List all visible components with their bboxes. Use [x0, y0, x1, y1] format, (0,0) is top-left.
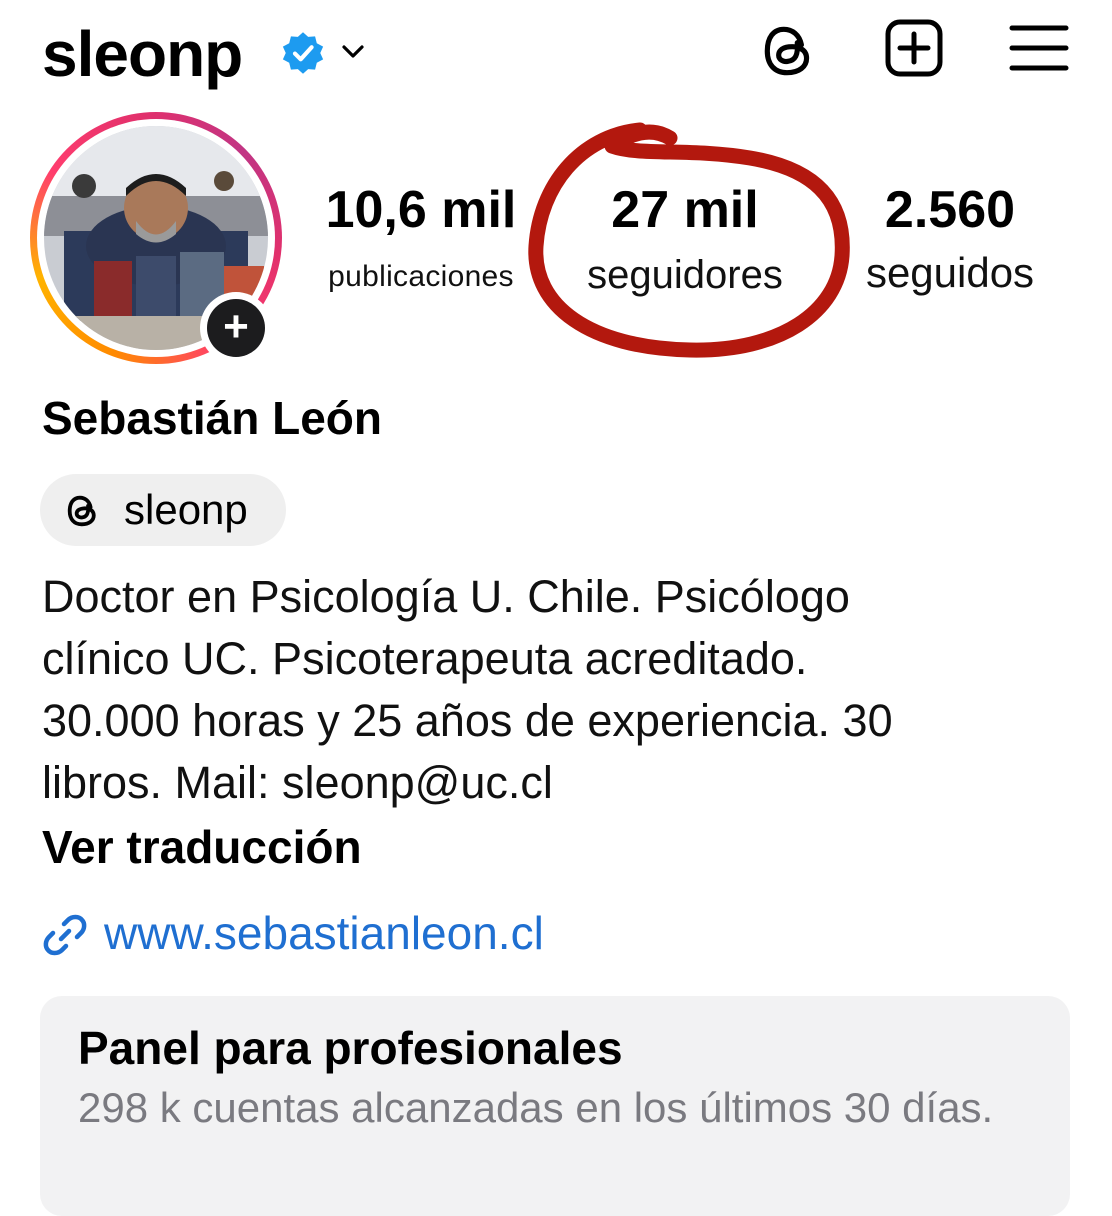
posts-label[interactable]: publicaciones — [296, 256, 546, 298]
verified-badge-icon — [282, 32, 324, 74]
profile-full-name: Sebastián León — [42, 392, 382, 444]
profile-bio: Doctor en Psicología U. Chile. Psicólogo… — [42, 566, 1082, 814]
threads-handle[interactable]: sleonp — [124, 484, 248, 536]
chevron-down-icon[interactable] — [338, 36, 368, 66]
profile-username[interactable]: sleonp — [42, 14, 243, 94]
see-translation-link[interactable]: Ver traducción — [42, 818, 362, 876]
panel-title: Panel para profesionales — [78, 1022, 623, 1074]
bio-line: 30.000 horas y 25 años de experiencia. 3… — [42, 695, 893, 746]
website-link[interactable]: www.sebastianleon.cl — [104, 904, 544, 962]
bio-line: Doctor en Psicología U. Chile. Psicólogo — [42, 571, 850, 622]
panel-subtitle: 298 k cuentas alcanzadas en los últimos … — [78, 1084, 994, 1131]
bio-line: clínico UC. Psicoterapeuta acreditado. — [42, 633, 808, 684]
posts-count[interactable]: 10,6 mil — [296, 180, 546, 240]
add-story-button[interactable]: + — [207, 299, 265, 357]
threads-icon[interactable] — [758, 20, 820, 82]
bio-line[interactable]: libros. Mail: sleonp@uc.cl — [42, 752, 1082, 814]
threads-icon — [67, 495, 96, 527]
following-label[interactable]: seguidos — [830, 252, 1070, 294]
following-count[interactable]: 2.560 — [830, 180, 1070, 240]
link-icon — [43, 914, 87, 956]
create-post-icon[interactable] — [884, 18, 944, 78]
red-annotation-circle — [528, 122, 850, 358]
menu-icon[interactable] — [1008, 20, 1070, 76]
